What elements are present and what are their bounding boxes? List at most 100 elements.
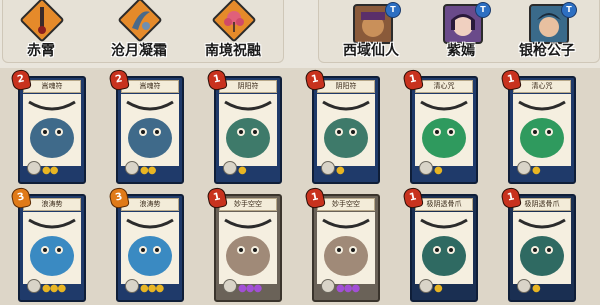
top-bar: 赤霄 沧月凝霜 南境祝融 T 西域仙人 T 紫嫣 T 银枪公子 (0, 0, 600, 64)
card-art (317, 212, 375, 284)
card-title: 极阴透骨爪 (513, 198, 571, 211)
card-frame: 嵩魂符 ●● (116, 76, 184, 184)
coin-icon (517, 161, 531, 175)
character-badge-icon: T (385, 2, 401, 18)
card-frame: 极阴透骨爪 ● (508, 194, 576, 302)
card-title: 嵩魂符 (121, 80, 179, 93)
relic-nanjing[interactable]: 南境祝融 (203, 0, 263, 62)
character-yinqiang[interactable]: T 银枪公子 (509, 2, 585, 62)
card-title: 妙手空空 (317, 198, 375, 211)
card-frame: 妙手空空 ●●● (312, 194, 380, 302)
card-cost-badge: 1 (500, 186, 522, 210)
card-cost-badge: 1 (402, 68, 424, 92)
card-art (23, 212, 81, 284)
card-cost-badge: 1 (206, 186, 228, 210)
card-illustration (23, 94, 81, 166)
energy-pips: ● (434, 165, 443, 176)
coin-icon (223, 279, 237, 293)
character-label: 紫嫣 (447, 43, 475, 59)
card-deck-grid: 嵩魂符 ●● 2 嵩魂符 ●● 2 阴阳符 ● 1 阴阳符 ● 1 清心咒 ● 1 清心咒 ● 1 浪涛势 ●●● 3 浪… (0, 68, 600, 305)
card-illustration (121, 94, 179, 166)
card-title: 妙手空空 (219, 198, 277, 211)
card-art (23, 94, 81, 166)
card[interactable]: 妙手空空 ●●● 1 (206, 186, 282, 302)
relic-label: 赤霄 (27, 43, 55, 59)
card-cost-badge: 1 (304, 68, 326, 92)
coin-icon (517, 279, 531, 293)
character-ziyan[interactable]: T 紫嫣 (423, 2, 499, 62)
card[interactable]: 浪涛势 ●●● 3 (10, 186, 86, 302)
card-illustration (415, 94, 473, 166)
coin-icon (125, 161, 139, 175)
card-cost-badge: 3 (108, 186, 130, 210)
card-title: 嵩魂符 (23, 80, 81, 93)
card[interactable]: 妙手空空 ●●● 1 (304, 186, 380, 302)
coin-icon (419, 161, 433, 175)
card-illustration (121, 212, 179, 284)
card[interactable]: 嵩魂符 ●● 2 (108, 68, 184, 184)
card[interactable]: 阴阳符 ● 1 (304, 68, 380, 184)
card-title: 极阴透骨爪 (415, 198, 473, 211)
card-art (513, 94, 571, 166)
card[interactable]: 嵩魂符 ●● 2 (10, 68, 86, 184)
card-illustration (415, 212, 473, 284)
coin-icon (27, 279, 41, 293)
card-illustration (23, 212, 81, 284)
card-cost-badge: 1 (500, 68, 522, 92)
card-title: 阴阳符 (317, 80, 375, 93)
card-illustration (219, 94, 277, 166)
character-badge-icon: T (561, 2, 577, 18)
coin-icon (125, 279, 139, 293)
card-title: 清心咒 (415, 80, 473, 93)
relic-label: 沧月凝霜 (111, 43, 167, 59)
card-cost-badge: 1 (206, 68, 228, 92)
character-label: 银枪公子 (519, 43, 575, 59)
card-cost-badge: 1 (402, 186, 424, 210)
card-frame: 阴阳符 ● (312, 76, 380, 184)
flower-icon (224, 11, 244, 32)
card-cost-badge: 1 (304, 186, 326, 210)
card[interactable]: 阴阳符 ● 1 (206, 68, 282, 184)
card-illustration (513, 212, 571, 284)
card[interactable]: 浪涛势 ●●● 3 (108, 186, 184, 302)
card-art (219, 212, 277, 284)
coin-icon (223, 161, 237, 175)
card-frame: 妙手空空 ●●● (214, 194, 282, 302)
character-xiyu[interactable]: T 西域仙人 (333, 2, 409, 62)
sword-icon (38, 7, 46, 34)
card[interactable]: 清心咒 ● 1 (500, 68, 576, 184)
card[interactable]: 极阴透骨爪 ● 1 (402, 186, 478, 302)
relic-cangyue[interactable]: 沧月凝霜 (109, 0, 169, 62)
card[interactable]: 清心咒 ● 1 (402, 68, 478, 184)
energy-pips: ● (238, 165, 247, 176)
energy-pips: ● (434, 283, 443, 294)
card-title: 浪涛势 (121, 198, 179, 211)
card-illustration (317, 212, 375, 284)
coin-icon (419, 279, 433, 293)
relic-chixiao[interactable]: 赤霄 (11, 0, 71, 62)
card-frame: 浪涛势 ●●● (18, 194, 86, 302)
energy-pips: ● (532, 165, 541, 176)
coin-icon (27, 161, 41, 175)
card-cost-badge: 3 (10, 186, 32, 210)
card-title: 阴阳符 (219, 80, 277, 93)
relic-label: 南境祝融 (205, 43, 261, 59)
energy-pips: ●●● (238, 283, 262, 294)
card-art (415, 94, 473, 166)
card-frame: 清心咒 ● (508, 76, 576, 184)
energy-pips: ●●● (42, 283, 66, 294)
card[interactable]: 极阴透骨爪 ● 1 (500, 186, 576, 302)
card-art (121, 94, 179, 166)
energy-pips: ●● (42, 165, 58, 176)
energy-pips: ●●● (140, 283, 164, 294)
energy-pips: ● (336, 165, 345, 176)
card-art (219, 94, 277, 166)
card-frame: 清心咒 ● (410, 76, 478, 184)
energy-pips: ● (532, 283, 541, 294)
card-art (415, 212, 473, 284)
coin-icon (321, 161, 335, 175)
energy-pips: ●●● (336, 283, 360, 294)
character-label: 西域仙人 (343, 43, 399, 59)
card-title: 浪涛势 (23, 198, 81, 211)
card-illustration (513, 94, 571, 166)
